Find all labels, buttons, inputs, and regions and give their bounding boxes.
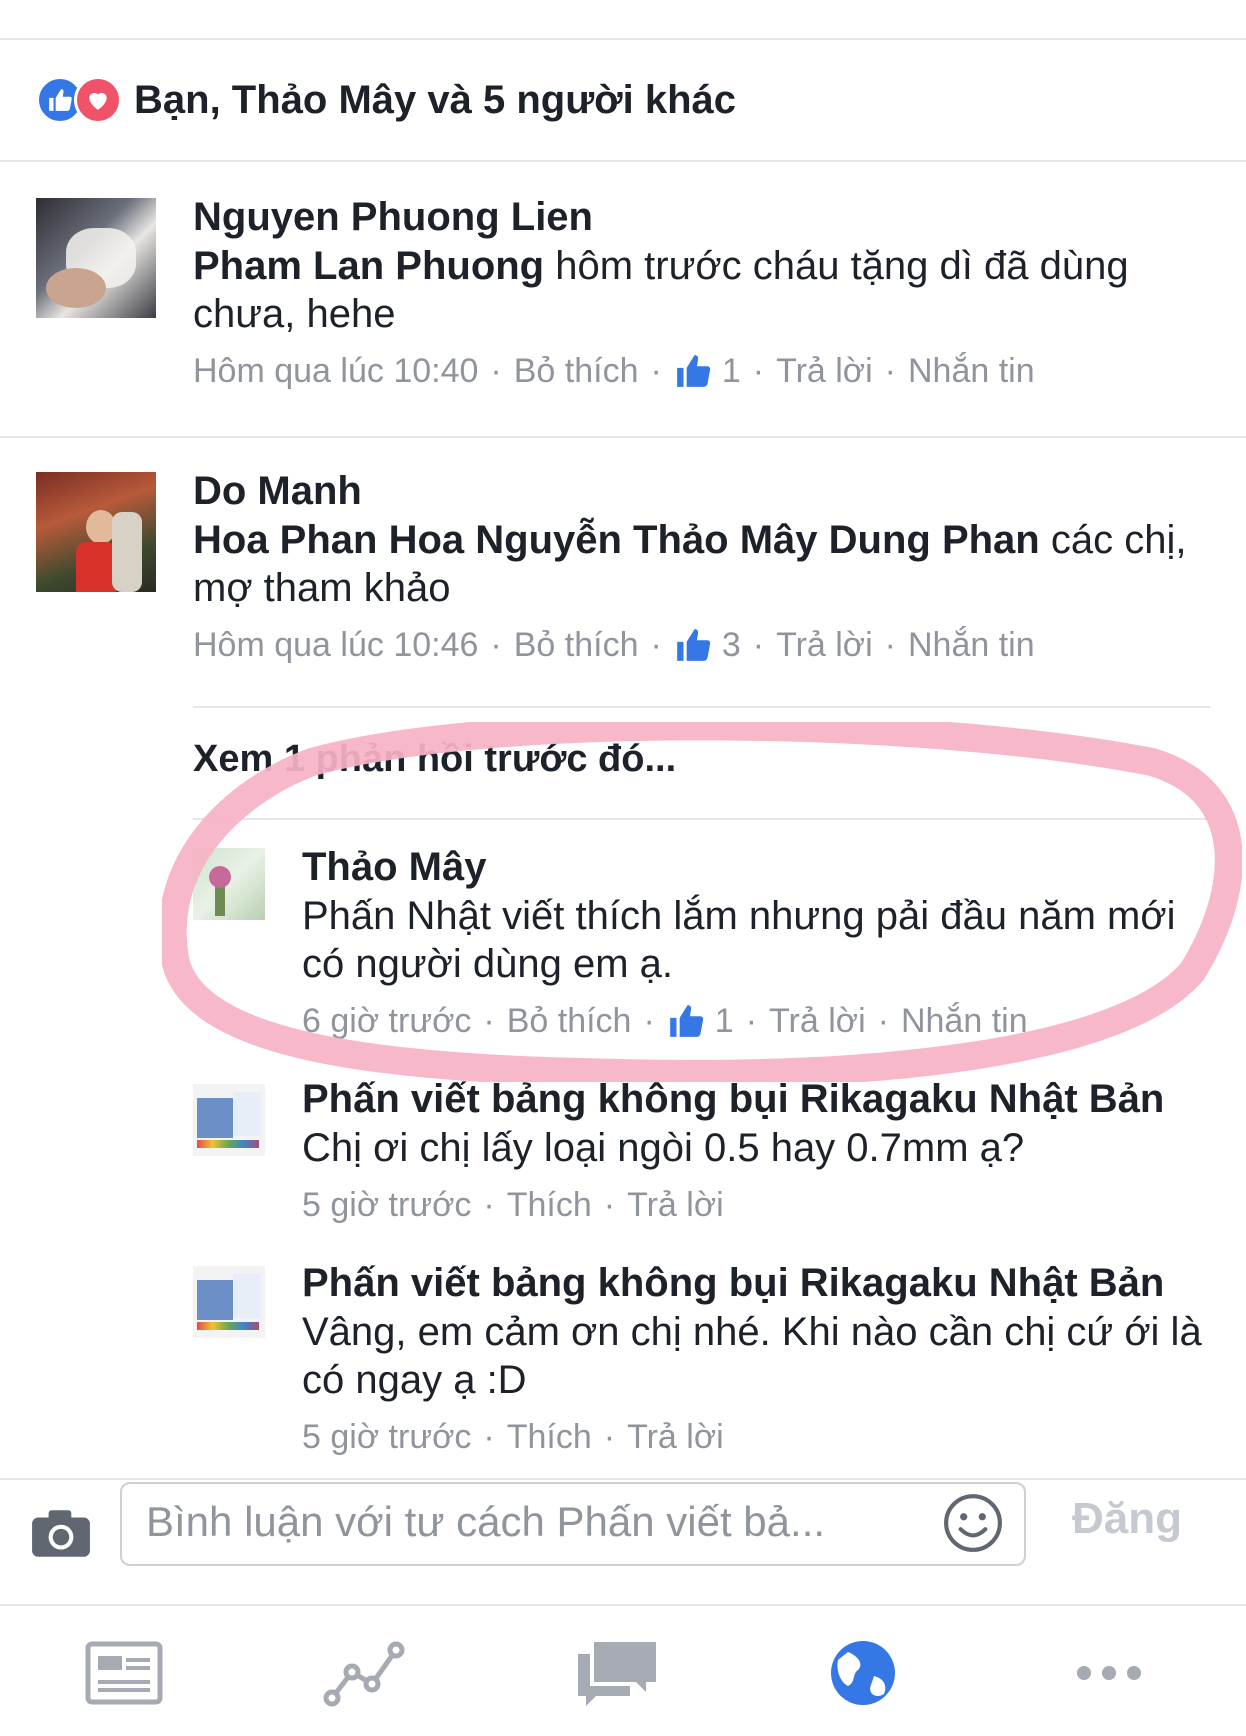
divider	[0, 160, 1246, 162]
reply-button[interactable]: Trả lời	[776, 348, 873, 394]
timestamp[interactable]: 5 giờ trước	[302, 1182, 471, 1228]
comment-input-placeholder: Bình luận với tư cách Phấn viết bả...	[146, 1498, 826, 1545]
top-divider	[0, 38, 1246, 40]
comment-input[interactable]: Bình luận với tư cách Phấn viết bả...	[120, 1482, 1026, 1566]
love-reaction-icon	[74, 76, 122, 124]
timestamp[interactable]: Hôm qua lúc 10:46	[193, 622, 478, 668]
mention-link[interactable]: Pham Lan Phuong	[193, 244, 544, 288]
timestamp[interactable]: 5 giờ trước	[302, 1414, 471, 1460]
emoji-icon[interactable]	[942, 1492, 1004, 1554]
reply: Phấn viết bảng không bụi Rikagaku Nhật B…	[302, 1258, 1222, 1460]
more-icon[interactable]	[1064, 1638, 1154, 1708]
comment-composer: Bình luận với tư cách Phấn viết bả... Đă…	[0, 1482, 1246, 1596]
camera-icon[interactable]	[30, 1507, 92, 1559]
avatar[interactable]	[193, 1266, 265, 1338]
message-button[interactable]: Nhắn tin	[908, 622, 1035, 668]
mention-link[interactable]: Hoa Phan Hoa Nguyễn Thảo Mây Dung Phan	[193, 518, 1040, 562]
notifications-globe-icon[interactable]	[818, 1638, 908, 1708]
comment: Nguyen Phuong Lien Pham Lan Phuong hôm t…	[193, 192, 1203, 394]
like-thumb-icon	[669, 1005, 703, 1037]
unlike-button[interactable]: Bỏ thích	[514, 348, 639, 394]
reply-meta: 5 giờ trước · Thích · Trả lời	[302, 1414, 1222, 1460]
like-count[interactable]: 1	[715, 998, 734, 1044]
tab-bar	[0, 1608, 1246, 1736]
divider	[0, 436, 1246, 438]
divider	[193, 706, 1210, 708]
message-button[interactable]: Nhắn tin	[901, 998, 1028, 1044]
insights-icon[interactable]	[320, 1638, 410, 1708]
post-button[interactable]: Đăng	[1072, 1494, 1182, 1544]
reply-author[interactable]: Phấn viết bảng không bụi Rikagaku Nhật B…	[302, 1074, 1222, 1124]
reply: Phấn viết bảng không bụi Rikagaku Nhật B…	[302, 1074, 1222, 1228]
avatar[interactable]	[193, 1084, 265, 1156]
avatar[interactable]	[36, 198, 156, 318]
reply-button[interactable]: Trả lời	[627, 1414, 724, 1460]
avatar[interactable]	[193, 848, 265, 920]
reply-text: Chị ơi chị lấy loại ngòi 0.5 hay 0.7mm ạ…	[302, 1126, 1025, 1170]
divider	[0, 1604, 1246, 1606]
like-count[interactable]: 3	[722, 622, 741, 668]
like-thumb-icon	[676, 629, 710, 661]
divider	[193, 818, 1210, 820]
comment-author[interactable]: Do Manh	[193, 466, 1203, 516]
reply-author[interactable]: Thảo Mây	[302, 842, 1212, 892]
comment-text: Pham Lan Phuong hôm trước cháu tặng dì đ…	[193, 244, 1129, 336]
like-thumb-icon	[676, 355, 710, 387]
unlike-button[interactable]: Bỏ thích	[507, 998, 632, 1044]
reply-meta: 5 giờ trước · Thích · Trả lời	[302, 1182, 1222, 1228]
news-feed-icon[interactable]	[80, 1638, 170, 1708]
reply-text: Phấn Nhật viết thích lắm nhưng pải đầu n…	[302, 894, 1176, 986]
comment-author[interactable]: Nguyen Phuong Lien	[193, 192, 1203, 242]
comment-meta: Hôm qua lúc 10:40 · Bỏ thích · 1 · Trả l…	[193, 348, 1203, 394]
reactions-summary[interactable]: Bạn, Thảo Mây và 5 người khác	[36, 70, 736, 130]
reply-button[interactable]: Trả lời	[627, 1182, 724, 1228]
messages-icon[interactable]	[572, 1638, 662, 1708]
see-previous-replies-link[interactable]: Xem 1 phản hồi trước đó...	[193, 738, 676, 781]
reply: Thảo Mây Phấn Nhật viết thích lắm nhưng …	[302, 842, 1212, 1044]
message-button[interactable]: Nhắn tin	[908, 348, 1035, 394]
timestamp[interactable]: 6 giờ trước	[302, 998, 471, 1044]
like-count[interactable]: 1	[722, 348, 741, 394]
reactions-text: Bạn, Thảo Mây và 5 người khác	[134, 77, 737, 122]
comment: Do Manh Hoa Phan Hoa Nguyễn Thảo Mây Dun…	[193, 466, 1203, 668]
comment-meta: Hôm qua lúc 10:46 · Bỏ thích · 3 · Trả l…	[193, 622, 1203, 668]
timestamp[interactable]: Hôm qua lúc 10:40	[193, 348, 478, 394]
reply-button[interactable]: Trả lời	[769, 998, 866, 1044]
divider	[0, 1478, 1246, 1480]
avatar[interactable]	[36, 472, 156, 592]
like-button[interactable]: Thích	[507, 1414, 592, 1460]
like-button[interactable]: Thích	[507, 1182, 592, 1228]
reply-meta: 6 giờ trước · Bỏ thích · 1 · Trả lời · N…	[302, 998, 1212, 1044]
unlike-button[interactable]: Bỏ thích	[514, 622, 639, 668]
comment-text: Hoa Phan Hoa Nguyễn Thảo Mây Dung Phan c…	[193, 518, 1187, 610]
reply-author[interactable]: Phấn viết bảng không bụi Rikagaku Nhật B…	[302, 1258, 1222, 1308]
reply-text: Vâng, em cảm ơn chị nhé. Khi nào cần chị…	[302, 1310, 1202, 1402]
reply-button[interactable]: Trả lời	[776, 622, 873, 668]
